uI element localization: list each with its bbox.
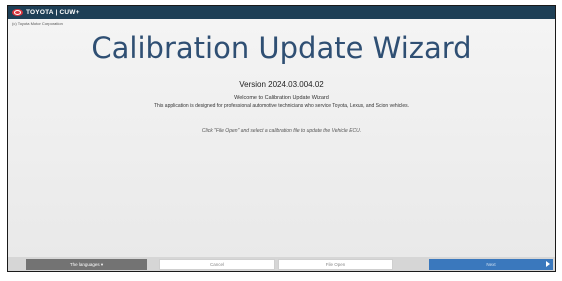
welcome-text: Welcome to Calibration Update Wizard	[234, 95, 329, 101]
brand-name: TOYOTA	[26, 9, 54, 16]
cancel-button[interactable]: Cancel	[159, 259, 275, 270]
main-content: (c) Toyota Motor Corporation Calibration…	[8, 19, 555, 257]
app-name: CUW+	[59, 9, 80, 16]
page-title: Calibration Update Wizard	[91, 31, 472, 65]
app-title: TOYOTA | CUW+	[26, 9, 80, 16]
button-bar: The languages ▾ Cancel File Open Next	[8, 257, 555, 271]
toyota-logo-icon	[12, 9, 23, 16]
title-separator: |	[55, 9, 58, 16]
next-button-label: Next	[486, 262, 496, 267]
app-window: TOYOTA | CUW+ (c) Toyota Motor Corporati…	[7, 5, 556, 272]
languages-button[interactable]: The languages ▾	[26, 259, 147, 270]
arrow-right-icon	[546, 261, 550, 267]
file-open-button[interactable]: File Open	[278, 259, 393, 270]
instruction-hint: Click "File Open" and select a calibrati…	[201, 128, 362, 134]
version-text: Version 2024.03.004.02	[239, 80, 324, 89]
copyright-text: (c) Toyota Motor Corporation	[12, 21, 63, 26]
title-bar: TOYOTA | CUW+	[8, 6, 555, 19]
description-text: This application is designed for profess…	[153, 103, 410, 109]
next-button[interactable]: Next	[429, 259, 553, 270]
